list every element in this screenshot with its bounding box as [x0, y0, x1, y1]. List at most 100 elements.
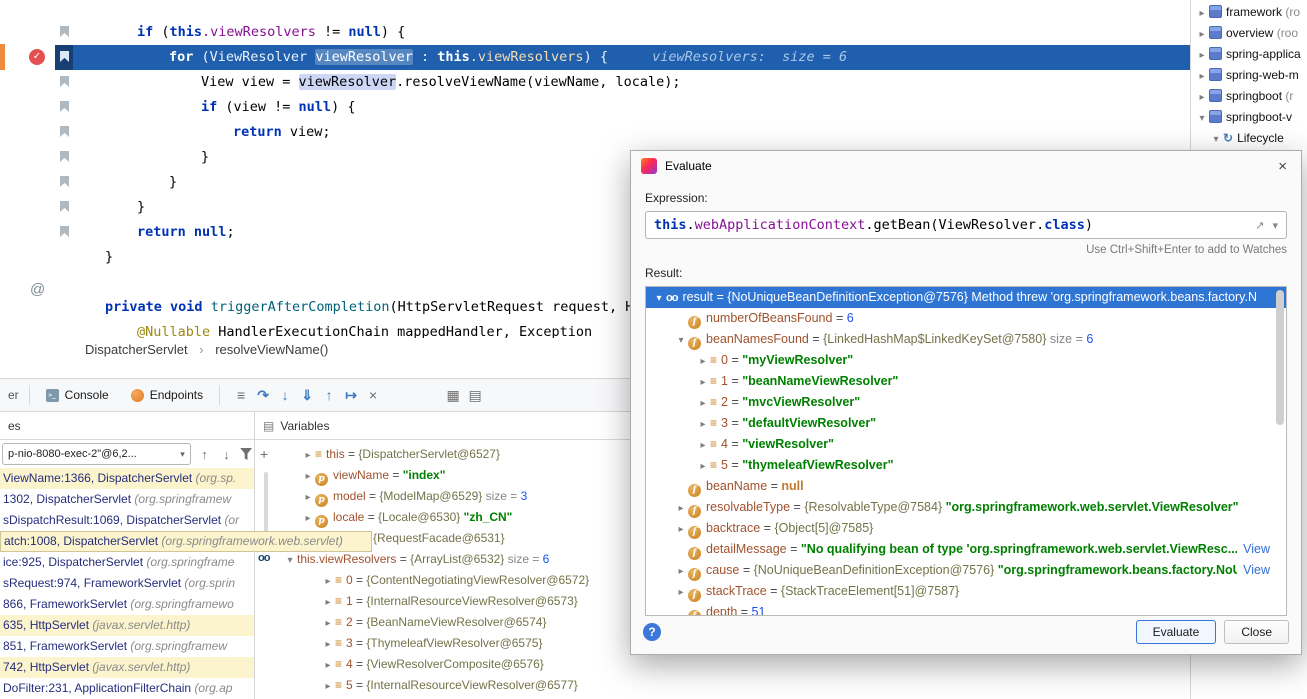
previous-frame-icon[interactable]: ↑ — [197, 447, 213, 462]
chevron-right-icon[interactable]: ▸ — [1195, 24, 1209, 44]
project-tree-item[interactable]: ▸spring-applica — [1191, 44, 1307, 65]
add-watch-icon[interactable]: + — [260, 446, 268, 462]
chevron-right-icon[interactable]: ▸ — [696, 414, 710, 434]
project-tree-item[interactable]: ▸springboot (r — [1191, 86, 1307, 107]
chevron-right-icon[interactable]: ▸ — [696, 393, 710, 413]
chevron-right-icon[interactable]: ▸ — [696, 351, 710, 371]
project-tree-item[interactable]: ▸spring-web-m — [1191, 65, 1307, 86]
result-tree-row[interactable]: fnumberOfBeansFound = 6 — [646, 308, 1286, 329]
result-tree-row[interactable]: ▸≡0 = "myViewResolver" — [646, 350, 1286, 371]
chevron-right-icon[interactable]: ▸ — [1195, 45, 1209, 65]
clipped-frames-tab[interactable]: es — [8, 419, 21, 433]
view-link[interactable]: View — [1237, 539, 1270, 560]
breadcrumb-method[interactable]: resolveViewName() — [215, 342, 328, 357]
result-tree-row[interactable]: ▸fstackTrace = {StackTraceElement[51]@75… — [646, 581, 1286, 602]
chevron-right-icon[interactable]: ▸ — [1195, 66, 1209, 86]
project-tree-item[interactable]: ▾↻Lifecycle — [1191, 128, 1307, 149]
variable-row[interactable]: ▸≡5 = {InternalResourceViewResolver@6577… — [277, 675, 1190, 696]
result-tree-row[interactable]: fdetailMessage = "No qualifying bean of … — [646, 539, 1286, 560]
stack-frame-row[interactable]: 866, FrameworkServlet (org.springframewo — [0, 594, 254, 615]
chevron-right-icon[interactable]: ▸ — [321, 655, 335, 675]
chevron-right-icon[interactable]: ▸ — [674, 582, 688, 602]
tab-endpoints[interactable]: Endpoints — [125, 385, 209, 405]
variable-row[interactable]: ▸≡4 = {ViewResolverComposite@6576} — [277, 654, 1190, 675]
chevron-right-icon[interactable]: ▸ — [301, 466, 315, 486]
result-tree-row[interactable]: ▸≡5 = "thymeleafViewResolver" — [646, 455, 1286, 476]
mute-breakpoints-icon[interactable]: × — [362, 387, 384, 403]
result-tree-row[interactable]: ▸≡2 = "mvcViewResolver" — [646, 392, 1286, 413]
chevron-right-icon[interactable]: ▸ — [674, 519, 688, 539]
scrollbar-thumb[interactable] — [264, 472, 268, 538]
view-link[interactable]: View — [1237, 560, 1270, 581]
stack-frame-row[interactable]: ice:925, DispatcherServlet (org.springfr… — [0, 552, 254, 573]
chevron-right-icon[interactable]: ▸ — [696, 372, 710, 392]
tab-console[interactable]: >_ Console — [40, 385, 115, 405]
layout-settings-icon[interactable]: ▤ — [464, 387, 486, 404]
next-frame-icon[interactable]: ↓ — [219, 447, 235, 462]
project-tree-item[interactable]: ▸overview (roo — [1191, 23, 1307, 44]
verified-breakpoint-icon[interactable]: ✓ — [29, 49, 45, 65]
clipped-debugger-tab[interactable]: er — [8, 388, 19, 402]
project-tree-item[interactable]: ▸framework (ro — [1191, 2, 1307, 23]
breadcrumb-class[interactable]: DispatcherServlet — [85, 342, 188, 357]
result-tree-row[interactable]: fbeanName = null — [646, 476, 1286, 497]
stack-frame-row[interactable]: 742, HttpServlet (javax.servlet.http) — [0, 657, 254, 678]
help-icon[interactable]: ? — [643, 623, 661, 641]
chevron-right-icon[interactable]: ▸ — [1195, 87, 1209, 107]
chevron-down-icon[interactable]: ▾ — [652, 288, 666, 308]
expression-input[interactable]: this.webApplicationContext.getBean(ViewR… — [645, 211, 1287, 239]
result-tree-row[interactable]: ▾ooresult = {NoUniqueBeanDefinitionExcep… — [646, 287, 1286, 308]
stack-frame-row[interactable]: 1302, DispatcherServlet (org.springframe… — [0, 489, 254, 510]
chevron-right-icon[interactable]: ▸ — [301, 508, 315, 528]
chevron-right-icon[interactable]: ▸ — [321, 676, 335, 696]
stack-frame-row[interactable]: DoFilter:231, ApplicationFilterChain (or… — [0, 678, 254, 699]
step-over-icon[interactable]: ↷ — [252, 387, 274, 404]
stack-frame-row[interactable]: ViewName:1366, DispatcherServlet (org.sp… — [0, 468, 254, 489]
stack-frame-row[interactable]: atch:1008, DispatcherServlet (org.spring… — [0, 531, 372, 552]
chevron-right-icon[interactable]: ▸ — [321, 613, 335, 633]
result-tree-row[interactable]: ▾fbeanNamesFound = {LinkedHashMap$Linked… — [646, 329, 1286, 350]
chevron-down-icon[interactable]: ▾ — [1195, 108, 1209, 128]
menu-icon[interactable]: ≡ — [230, 387, 252, 403]
chevron-right-icon[interactable]: ▸ — [674, 561, 688, 581]
stack-frame-row[interactable]: 851, FrameworkServlet (org.springframew — [0, 636, 254, 657]
close-icon[interactable]: × — [1274, 158, 1291, 175]
evaluate-button[interactable]: Evaluate — [1136, 620, 1217, 644]
view-as-table-icon[interactable]: ▦ — [442, 387, 464, 404]
result-tree-row[interactable]: ▸≡1 = "beanNameViewResolver" — [646, 371, 1286, 392]
chevron-right-icon[interactable]: ▸ — [321, 634, 335, 654]
chevron-right-icon[interactable]: ▸ — [321, 592, 335, 612]
step-into-icon[interactable]: ↓ — [274, 387, 296, 403]
result-tree-row[interactable]: ▸≡3 = "defaultViewResolver" — [646, 413, 1286, 434]
step-out-icon[interactable]: ↑ — [318, 387, 340, 403]
close-button[interactable]: Close — [1224, 620, 1289, 644]
stack-frame-row[interactable]: sDispatchResult:1069, DispatcherServlet … — [0, 510, 254, 531]
thread-dropdown[interactable]: p-nio-8080-exec-2"@6,2... ▾ — [2, 443, 191, 465]
run-to-cursor-icon[interactable]: ↦ — [340, 387, 362, 404]
chevron-down-icon[interactable]: ▾ — [283, 550, 297, 570]
result-tree-row[interactable]: fdepth = 51 — [646, 602, 1286, 616]
chevron-right-icon[interactable]: ▸ — [696, 435, 710, 455]
stack-frame-row[interactable]: sRequest:974, FrameworkServlet (org.spri… — [0, 573, 254, 594]
filter-frames-icon[interactable] — [240, 448, 252, 460]
result-tree-row[interactable]: ▸fcause = {NoUniqueBeanDefinitionExcepti… — [646, 560, 1286, 581]
chevron-right-icon[interactable]: ▸ — [1195, 3, 1209, 23]
result-tree-row[interactable]: ▸≡4 = "viewResolver" — [646, 434, 1286, 455]
chevron-right-icon[interactable]: ▸ — [301, 445, 315, 465]
result-tree-row[interactable]: ▸fresolvableType = {ResolvableType@7584}… — [646, 497, 1286, 518]
stack-frame-row[interactable]: 635, HttpServlet (javax.servlet.http) — [0, 615, 254, 636]
expand-icon[interactable]: ↗ — [1255, 219, 1264, 232]
chevron-down-icon[interactable]: ▾ — [674, 330, 688, 350]
chevron-down-icon[interactable]: ▾ — [1209, 129, 1223, 149]
force-step-into-icon[interactable]: ⇓ — [296, 387, 318, 404]
scrollbar-thumb[interactable] — [1276, 290, 1284, 425]
execution-line: for (ViewResolver viewResolver : this.vi… — [0, 45, 1190, 70]
chevron-right-icon[interactable]: ▸ — [674, 498, 688, 518]
dialog-title-bar[interactable]: Evaluate × — [631, 151, 1301, 181]
chevron-right-icon[interactable]: ▸ — [321, 571, 335, 591]
result-tree-row[interactable]: ▸fbacktrace = {Object[5]@7585} — [646, 518, 1286, 539]
chevron-right-icon[interactable]: ▸ — [301, 487, 315, 507]
history-dropdown-icon[interactable]: ▾ — [1272, 219, 1278, 232]
project-tree-item[interactable]: ▾springboot-v — [1191, 107, 1307, 128]
chevron-right-icon[interactable]: ▸ — [696, 456, 710, 476]
